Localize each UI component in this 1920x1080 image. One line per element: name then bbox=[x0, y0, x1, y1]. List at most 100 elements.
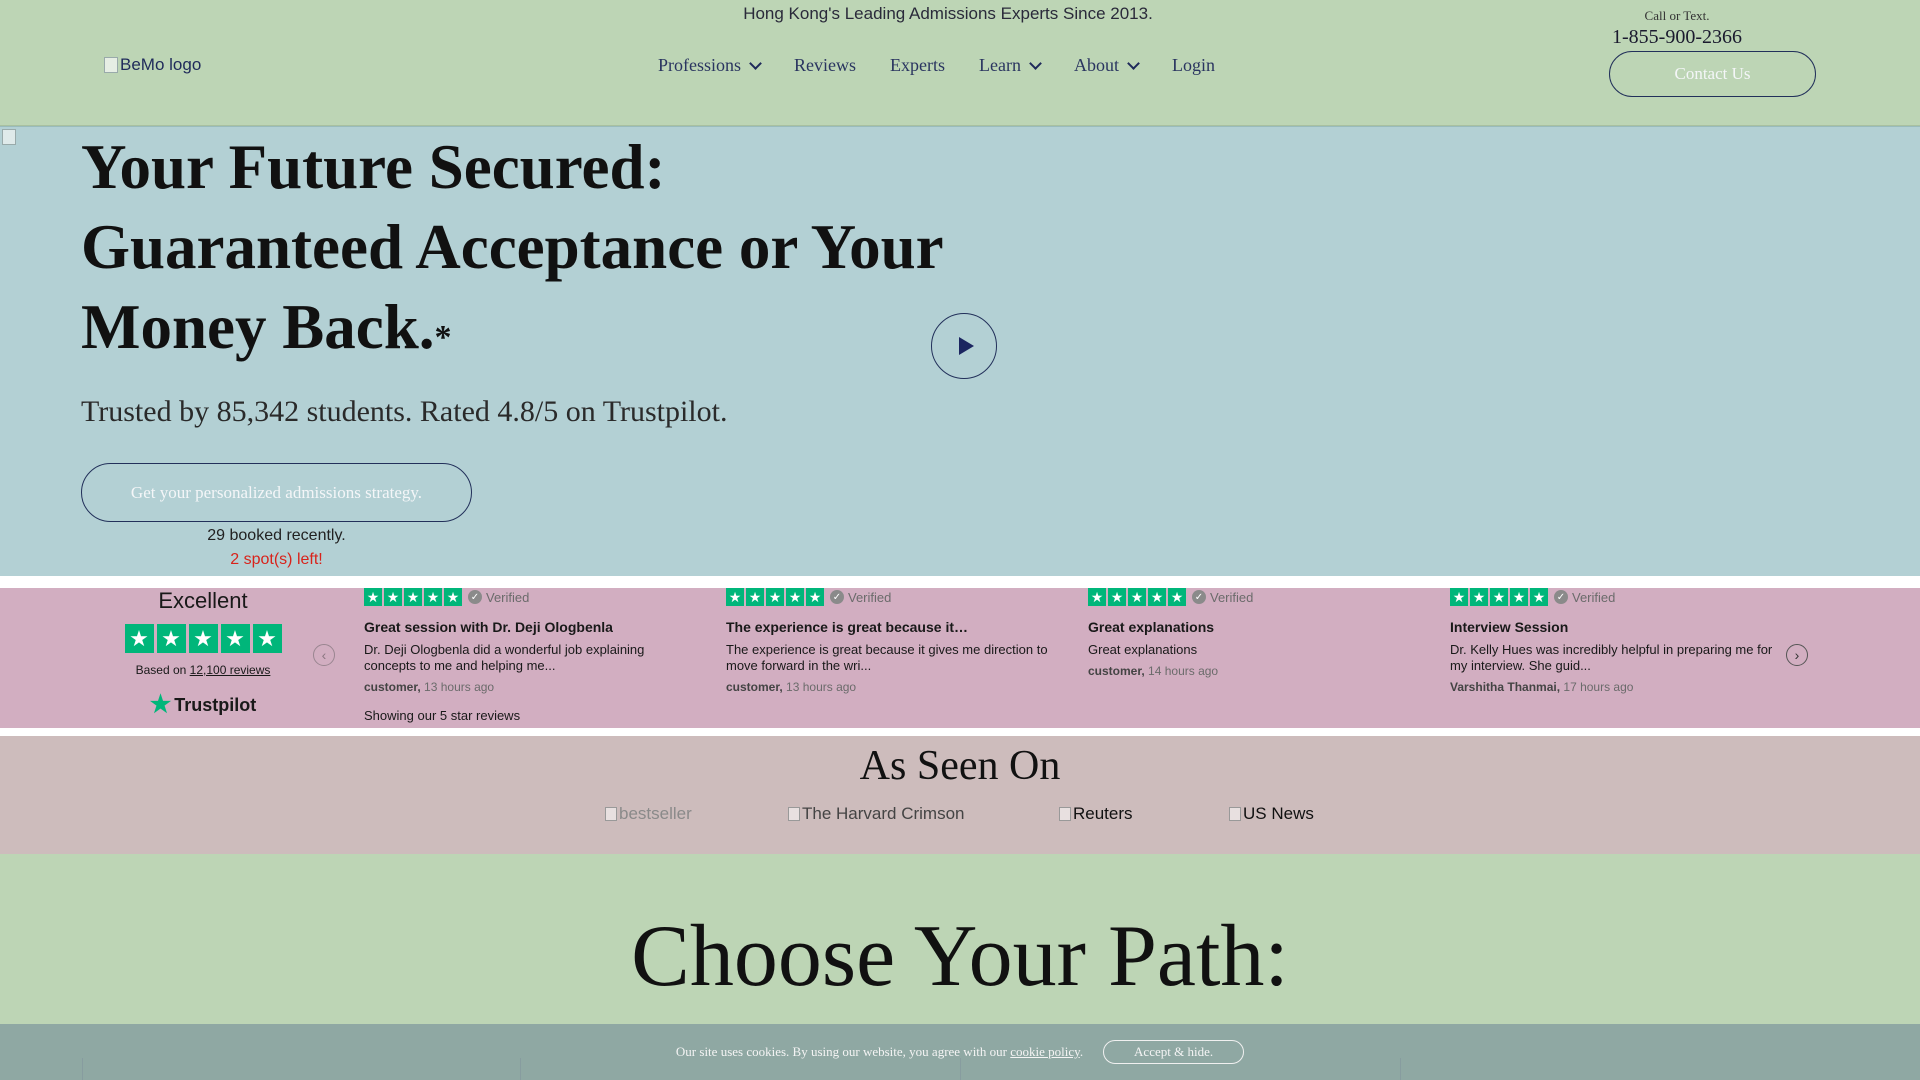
section-gap bbox=[0, 576, 1920, 588]
accept-cookies-button[interactable]: Accept & hide. bbox=[1103, 1040, 1245, 1064]
hero-title: Your Future Secured: Guaranteed Acceptan… bbox=[81, 127, 981, 378]
carousel-prev-button[interactable]: ‹ bbox=[313, 644, 335, 666]
section-gap bbox=[0, 728, 1920, 736]
nav-label: Experts bbox=[890, 55, 945, 75]
review-stars: ★ ★ ★ ★ ★ bbox=[726, 588, 824, 606]
nav-label: Reviews bbox=[794, 55, 857, 75]
reviews-count-link[interactable]: 12,100 reviews bbox=[190, 663, 271, 677]
review-title: Great explanations bbox=[1088, 619, 1215, 635]
star-icon: ★ bbox=[1168, 588, 1186, 606]
nav-item-experts[interactable]: Experts bbox=[890, 55, 945, 76]
media-logos: bestseller The Harvard Crimson Reuters U… bbox=[0, 804, 1920, 828]
trustpilot-widget: Excellent ★ ★ ★ ★ ★ Based on 12,100 revi… bbox=[0, 588, 1920, 728]
review-meta: Varshitha Thanmai, 17 hours ago bbox=[1450, 680, 1780, 694]
star-icon: ★ bbox=[766, 588, 784, 606]
logo-alt-text: BeMo logo bbox=[120, 55, 202, 74]
media-logo-alt: The Harvard Crimson bbox=[802, 804, 965, 823]
star-icon: ★ bbox=[444, 588, 462, 606]
media-logo-alt: Reuters bbox=[1073, 804, 1133, 823]
star-icon: ★ bbox=[1148, 588, 1166, 606]
verified-label: Verified bbox=[1210, 589, 1254, 605]
media-logo-alt: US News bbox=[1243, 804, 1314, 823]
star-icon: ★ bbox=[746, 588, 764, 606]
broken-image-icon bbox=[1059, 807, 1071, 821]
review-author: Varshitha Thanmai, bbox=[1450, 680, 1561, 694]
review-card[interactable]: ★ ★ ★ ★ ★ ✓ Verified The experience is great … bbox=[726, 588, 1056, 694]
verified-label: Verified bbox=[486, 589, 530, 605]
star-icon: ★ bbox=[1470, 588, 1488, 606]
review-body: The experience is great because it gives… bbox=[726, 642, 1048, 673]
verified-label: Verified bbox=[1572, 589, 1616, 605]
as-seen-on-title: As Seen On bbox=[859, 743, 1061, 789]
star-icon: ★ bbox=[1088, 588, 1106, 606]
review-stars: ★ ★ ★ ★ ★ bbox=[364, 588, 462, 606]
trustpilot-summary: Excellent ★ ★ ★ ★ ★ Based on 12,100 revi… bbox=[118, 588, 288, 717]
contact-us-button[interactable]: Contact Us bbox=[1609, 51, 1816, 97]
broken-image-icon bbox=[1229, 807, 1241, 821]
check-icon: ✓ bbox=[468, 590, 482, 604]
nav-item-professions[interactable]: Professions bbox=[658, 55, 762, 76]
check-icon: ✓ bbox=[1554, 590, 1568, 604]
star-icon: ★ bbox=[124, 624, 154, 653]
cookie-message: Our site uses cookies. By using our webs… bbox=[675, 1044, 1008, 1059]
review-time: 14 hours ago bbox=[1148, 664, 1219, 678]
star-icon: ★ bbox=[1530, 588, 1548, 606]
media-logo-reuters: Reuters bbox=[1059, 804, 1133, 824]
verified-label: Verified bbox=[848, 589, 892, 605]
review-title: Great session with Dr. Deji Ologbenla bbox=[364, 619, 613, 635]
nav-label: Professions bbox=[658, 55, 742, 75]
strategy-cta-button[interactable]: Get your personalized admissions strateg… bbox=[81, 463, 472, 522]
chevron-right-icon: › bbox=[1794, 647, 1800, 663]
chevron-down-icon bbox=[749, 56, 762, 70]
review-title: The experience is great because it… bbox=[726, 619, 968, 635]
media-logo-bestseller: bestseller bbox=[605, 804, 692, 824]
broken-image-icon bbox=[605, 807, 617, 821]
carousel-next-button[interactable]: › bbox=[1786, 644, 1808, 666]
call-label: Call or Text. bbox=[1644, 8, 1710, 23]
choose-path-title: Choose Your Path: bbox=[631, 908, 1289, 1005]
star-icon: ★ bbox=[252, 624, 282, 653]
bemo-logo[interactable]: BeMo logo bbox=[104, 55, 201, 75]
check-icon: ✓ bbox=[830, 590, 844, 604]
review-body: Dr. Deji Ologbenla did a wonderful job e… bbox=[364, 642, 645, 673]
star-icon: ★ bbox=[424, 588, 442, 606]
cookie-policy-link[interactable]: cookie policy bbox=[1010, 1044, 1080, 1059]
nav-label: About bbox=[1073, 55, 1119, 75]
nav-label: Learn bbox=[979, 55, 1021, 75]
star-icon: ★ bbox=[1490, 588, 1508, 606]
star-icon: ★ bbox=[786, 588, 804, 606]
review-stars: ★ ★ ★ ★ ★ bbox=[1450, 588, 1548, 606]
broken-image-icon bbox=[788, 807, 800, 821]
review-body: Dr. Kelly Hues was incredibly helpful in… bbox=[1450, 642, 1773, 673]
play-video-button[interactable] bbox=[931, 313, 997, 379]
review-meta: customer, 13 hours ago bbox=[726, 680, 1056, 694]
broken-image-icon bbox=[104, 57, 118, 73]
play-icon bbox=[958, 337, 974, 355]
based-on-text: Based on 12,100 reviews bbox=[118, 663, 288, 677]
review-card[interactable]: ★ ★ ★ ★ ★ ✓ Verified Great explanations Great… bbox=[1088, 588, 1418, 678]
review-card[interactable]: ★ ★ ★ ★ ★ ✓ Verified Great session with Dr. D… bbox=[364, 588, 694, 694]
phone-number[interactable]: 1-855-900-2366 bbox=[1572, 26, 1782, 49]
review-time: 13 hours ago bbox=[424, 680, 495, 694]
hero-section: Your Future Secured: Guaranteed Acceptan… bbox=[0, 126, 1920, 576]
hero-title-text: Your Future Secured: Guaranteed Acceptan… bbox=[81, 132, 943, 362]
media-logo-us-news: US News bbox=[1229, 804, 1314, 824]
review-card[interactable]: ★ ★ ★ ★ ★ ✓ Verified Interview Session Dr. Ke… bbox=[1450, 588, 1780, 694]
review-body: Great explanations bbox=[1088, 642, 1198, 657]
nav-item-reviews[interactable]: Reviews bbox=[794, 55, 856, 76]
star-icon: ★ bbox=[726, 588, 744, 606]
as-seen-on-section: As Seen On bestseller The Harvard Crimso… bbox=[0, 736, 1920, 854]
star-icon: ★ bbox=[220, 624, 250, 653]
trustpilot-star-icon: ★ bbox=[149, 691, 172, 718]
nav-item-login[interactable]: Login bbox=[1172, 55, 1215, 76]
nav-item-about[interactable]: About bbox=[1073, 55, 1140, 76]
hero-subtitle: Trusted by 85,342 students. Rated 4.8/5 … bbox=[81, 395, 728, 428]
trustpilot-logo[interactable]: ★ Trustpilot bbox=[118, 693, 288, 717]
review-title: Interview Session bbox=[1450, 619, 1569, 635]
verified-badge: ✓ Verified bbox=[1554, 590, 1615, 605]
verified-badge: ✓ Verified bbox=[830, 590, 891, 605]
review-time: 17 hours ago bbox=[1563, 680, 1634, 694]
site-header: Hong Kong's Leading Admissions Experts S… bbox=[0, 0, 1920, 126]
nav-item-learn[interactable]: Learn bbox=[979, 55, 1042, 76]
star-icon: ★ bbox=[1510, 588, 1528, 606]
